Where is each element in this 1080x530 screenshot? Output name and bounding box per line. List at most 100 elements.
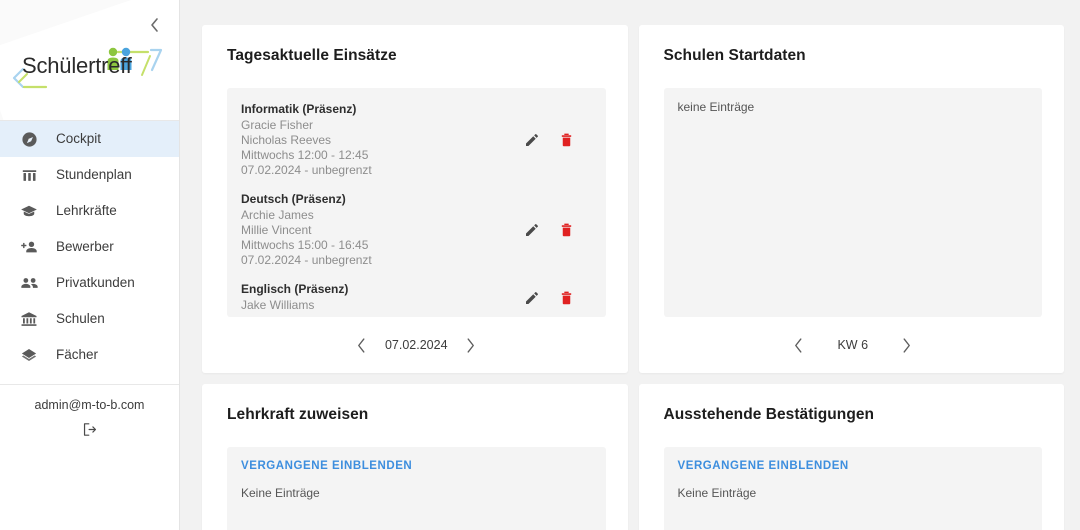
logout-icon — [83, 422, 97, 436]
pending-confirmations-panel: Vergangene einblenden Keine Einträge — [663, 447, 1043, 530]
trash-icon — [561, 223, 572, 237]
user-email: admin@m-to-b.com — [34, 398, 145, 412]
show-past-button[interactable]: Vergangene einblenden — [241, 447, 412, 486]
assignment-row[interactable]: Informatik (Präsenz) Gracie Fisher Nicho… — [241, 100, 592, 190]
sidebar-item-privatkunden[interactable]: Privatkunden — [0, 265, 179, 301]
assignment-teacher: Jake Williams — [241, 298, 315, 312]
pencil-icon — [525, 224, 538, 236]
sidebar-item-label: Stundenplan — [56, 167, 132, 183]
delete-assignment-button[interactable] — [558, 221, 576, 239]
layers-icon — [18, 344, 40, 366]
assignment-subject: Deutsch (Präsenz) — [241, 192, 346, 206]
card-assign-teacher: Lehrkraft zuweisen Vergangene einblenden… — [202, 384, 628, 530]
empty-state-text: Keine Einträge — [241, 486, 320, 500]
bank-icon — [18, 308, 40, 330]
assignment-period: 07.02.2024 - unbegrenzt — [241, 163, 372, 177]
assignment-subject: Englisch (Präsenz) — [241, 282, 349, 296]
sidebar-item-label: Fächer — [56, 347, 99, 363]
edit-assignment-button[interactable] — [523, 131, 541, 149]
chevron-right-icon — [467, 337, 474, 353]
next-week-button[interactable] — [896, 334, 918, 356]
prev-week-button[interactable] — [788, 334, 810, 356]
dashboard-grid: Tagesaktuelle Einsätze Informatik (Präse… — [202, 25, 1064, 530]
assignment-student: Millie Vincent — [241, 223, 312, 237]
card-title: Schulen Startdaten — [663, 47, 806, 64]
delete-assignment-button[interactable] — [558, 131, 576, 149]
empty-state-text: keine Einträge — [677, 100, 755, 114]
week-pager: KW 6 — [664, 317, 1043, 373]
chevron-left-icon — [795, 337, 802, 353]
sidebar-header: Schülertreff — [0, 0, 179, 121]
graduation-cap-icon — [18, 200, 40, 222]
sidebar-item-schulen[interactable]: Schulen — [0, 301, 179, 337]
compass-icon — [18, 128, 40, 150]
assignment-actions — [523, 221, 592, 239]
chevron-left-icon — [358, 337, 365, 353]
card-school-start-dates: Schulen Startdaten keine Einträge KW 6 — [638, 25, 1064, 373]
delete-assignment-button[interactable] — [558, 289, 576, 307]
chevron-left-icon — [150, 18, 158, 32]
assignment-row[interactable]: Deutsch (Präsenz) Archie James Millie Vi… — [241, 190, 592, 280]
current-date-label: 07.02.2024 — [384, 338, 448, 352]
logout-button[interactable] — [77, 418, 103, 440]
date-pager: 07.02.2024 — [227, 317, 606, 373]
app-root: Schülertreff Cockpit Stundenplan Lehrkrä… — [0, 0, 1080, 530]
sidebar-item-label: Bewerber — [56, 239, 114, 255]
assignment-teacher: Gracie Fisher — [241, 118, 314, 132]
assignment-actions — [523, 289, 592, 307]
card-title: Tagesaktuelle Einsätze — [227, 47, 397, 64]
assignment-actions — [523, 131, 592, 149]
sidebar-nav: Cockpit Stundenplan Lehrkräfte Bewerber … — [0, 121, 179, 373]
main-content: Tagesaktuelle Einsätze Informatik (Präse… — [180, 0, 1080, 530]
sidebar-collapse-button[interactable] — [143, 14, 165, 36]
sidebar-item-label: Cockpit — [56, 131, 102, 147]
pencil-icon — [525, 134, 538, 146]
sidebar-footer: admin@m-to-b.com — [0, 384, 179, 530]
card-title: Ausstehende Bestätigungen — [663, 406, 875, 423]
assign-teacher-content: Vergangene einblenden Keine Einträge — [227, 447, 606, 500]
calendar-icon — [18, 164, 40, 186]
assign-teacher-panel: Vergangene einblenden Keine Einträge — [227, 447, 606, 530]
sidebar-item-label: Schulen — [56, 311, 105, 327]
people-icon — [18, 272, 40, 294]
sidebar-item-bewerber[interactable]: Bewerber — [0, 229, 179, 265]
sidebar-item-label: Lehrkräfte — [56, 203, 117, 219]
pending-confirmations-content: Vergangene einblenden Keine Einträge — [664, 447, 1043, 500]
assignments-list: Informatik (Präsenz) Gracie Fisher Nicho… — [227, 88, 606, 317]
edit-assignment-button[interactable] — [523, 221, 541, 239]
assignment-schedule: Mittwochs 15:00 - 16:45 — [241, 238, 369, 252]
assignment-details: Englisch (Präsenz) Jake Williams — [241, 282, 523, 313]
trash-icon — [561, 133, 572, 147]
assignment-period: 07.02.2024 - unbegrenzt — [241, 253, 372, 267]
assignment-teacher: Archie James — [241, 208, 314, 222]
brand-logo[interactable]: Schülertreff — [0, 40, 179, 102]
sidebar-item-cockpit[interactable]: Cockpit — [0, 121, 179, 157]
brand-name: Schülertreff — [22, 53, 132, 78]
assignments-list-panel[interactable]: Informatik (Präsenz) Gracie Fisher Nicho… — [227, 88, 606, 317]
assignment-subject: Informatik (Präsenz) — [241, 102, 357, 116]
school-start-dates-list: keine Einträge — [664, 88, 1043, 115]
show-past-button[interactable]: Vergangene einblenden — [678, 447, 849, 486]
next-date-button[interactable] — [460, 334, 482, 356]
sidebar-item-stundenplan[interactable]: Stundenplan — [0, 157, 179, 193]
chevron-right-icon — [903, 337, 911, 353]
card-assignments-today: Tagesaktuelle Einsätze Informatik (Präse… — [202, 25, 628, 373]
sidebar-item-lehrkraefte[interactable]: Lehrkräfte — [0, 193, 179, 229]
sidebar-item-label: Privatkunden — [56, 275, 135, 291]
empty-state-text: Keine Einträge — [677, 486, 757, 500]
school-start-dates-panel: keine Einträge — [663, 88, 1043, 317]
assignment-row[interactable]: Englisch (Präsenz) Jake Williams — [241, 280, 592, 317]
assignment-details: Deutsch (Präsenz) Archie James Millie Vi… — [241, 192, 523, 268]
current-week-label: KW 6 — [837, 338, 869, 352]
prev-date-button[interactable] — [351, 334, 373, 356]
trash-icon — [561, 291, 572, 304]
sidebar: Schülertreff Cockpit Stundenplan Lehrkrä… — [0, 0, 180, 530]
assignment-schedule: Mittwochs 12:00 - 12:45 — [241, 148, 369, 162]
pencil-icon — [525, 291, 538, 304]
sidebar-item-faecher[interactable]: Fächer — [0, 337, 179, 373]
edit-assignment-button[interactable] — [523, 289, 541, 307]
assignment-student: Nicholas Reeves — [241, 133, 332, 147]
assignment-details: Informatik (Präsenz) Gracie Fisher Nicho… — [241, 102, 523, 178]
card-pending-confirmations: Ausstehende Bestätigungen Vergangene ein… — [638, 384, 1064, 530]
card-title: Lehrkraft zuweisen — [227, 406, 369, 423]
